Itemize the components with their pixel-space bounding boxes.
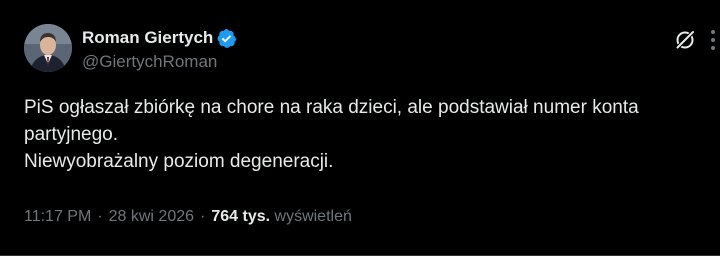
author-handle[interactable]: @GiertychRoman <box>82 51 237 73</box>
name-row: Roman Giertych <box>82 27 237 49</box>
views-label: wyświetleń <box>274 208 352 225</box>
views-link[interactable]: 764 tys. wyświetleń <box>211 208 352 225</box>
grok-icon[interactable] <box>674 29 696 51</box>
tweet-text-line: partyjnego. <box>24 124 119 145</box>
tweet-text-line: Niewyobrażalny poziom degeneracji. <box>24 151 334 172</box>
verified-badge-icon[interactable] <box>216 28 237 49</box>
tweet-time: 11:17 PM <box>24 208 92 225</box>
tweet-date: 28 kwi 2026 <box>108 208 195 225</box>
author-identity: Roman Giertych @GiertychRoman <box>82 27 237 73</box>
tweet-timestamp-link[interactable]: 11:17 PM · 28 kwi 2026 <box>24 208 194 225</box>
more-options-icon[interactable] <box>710 26 720 54</box>
meta-separator: · <box>97 208 103 225</box>
tweet-text: PiS ogłaszał zbiórkę na chore na raka dz… <box>24 94 714 175</box>
meta-separator: · <box>200 208 206 225</box>
avatar[interactable] <box>24 24 72 72</box>
tweet-metadata: 11:17 PM · 28 kwi 2026 · 764 tys. wyświetleń <box>24 206 352 228</box>
author-display-name[interactable]: Roman Giertych <box>82 27 213 49</box>
views-count: 764 tys. <box>211 208 271 225</box>
avatar-image <box>24 24 72 72</box>
tweet-header: Roman Giertych @GiertychRoman <box>24 24 720 82</box>
tweet-text-line: PiS ogłaszał zbiórkę na chore na raka dz… <box>24 97 639 118</box>
tweet: Roman Giertych @GiertychRoman PiS ogłasz… <box>0 0 720 256</box>
